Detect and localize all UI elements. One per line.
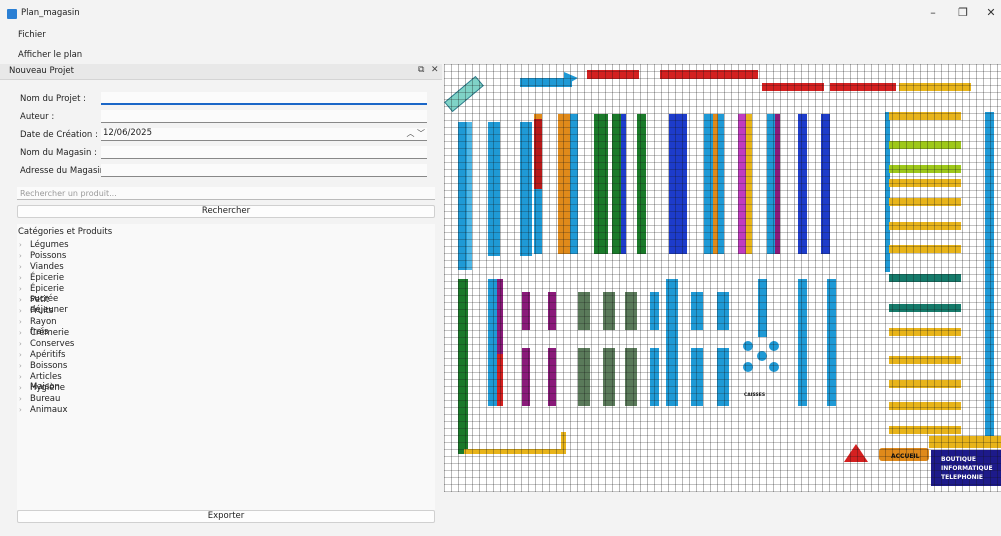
- shop-label-line2: INFORMATIQUE: [941, 465, 993, 472]
- chevron-right-icon: ›: [19, 340, 22, 348]
- title-bar: Plan_magasin – ❐ ✕: [0, 0, 1001, 26]
- float-icon[interactable]: ⧉: [418, 65, 424, 75]
- chevron-right-icon: ›: [19, 395, 22, 403]
- tree-item-label: Boissons: [30, 361, 68, 371]
- chevron-right-icon: ›: [19, 263, 22, 271]
- shop-label-line1: BOUTIQUE: [941, 456, 976, 463]
- tree-item-label: Viandes: [30, 262, 64, 272]
- store-address-label: Adresse du Magasin :: [20, 166, 111, 176]
- chevron-right-icon: ›: [19, 351, 22, 359]
- search-button[interactable]: Rechercher: [17, 205, 435, 218]
- chevron-right-icon: ›: [19, 252, 22, 260]
- chevron-right-icon: ›: [19, 318, 22, 326]
- tree-item-label: Bureau: [30, 394, 61, 404]
- chevron-right-icon: ›: [19, 296, 22, 304]
- project-name-label: Nom du Projet :: [20, 94, 86, 104]
- tree-item-label: Fruits: [30, 306, 54, 316]
- store-plan-canvas[interactable]: ACCUEIL CAISSES BOUTIQUE INFORMATIQUE TE…: [444, 64, 1001, 492]
- chevron-right-icon: ›: [19, 307, 22, 315]
- shop-label-line3: TELEPHONIE: [941, 474, 983, 481]
- tree-item-label: Crèmerie: [30, 328, 70, 338]
- chevron-right-icon: ›: [19, 285, 22, 293]
- tree-item-label: Hygiène: [30, 383, 66, 393]
- date-value: 12/06/2025: [103, 128, 152, 138]
- date-label: Date de Création :: [20, 130, 98, 140]
- store-address-field[interactable]: [101, 164, 427, 177]
- tree-item-label: Épicerie: [30, 273, 65, 283]
- tree-empty-area: [17, 432, 435, 510]
- chevron-right-icon: ›: [19, 362, 22, 370]
- date-spin-icon[interactable]: ︿ ﹀: [406, 128, 425, 139]
- chevron-right-icon: ›: [19, 329, 22, 337]
- search-input[interactable]: [17, 187, 435, 200]
- menu-file[interactable]: Fichier: [18, 30, 46, 40]
- author-field[interactable]: [101, 110, 427, 123]
- window-close-icon[interactable]: ✕: [983, 6, 999, 19]
- minimize-icon[interactable]: –: [925, 6, 941, 19]
- app-icon: [7, 9, 17, 19]
- category-tree: Catégories et Produits › Légumes › Poisson…: [17, 224, 435, 432]
- tree-item-label: Conserves: [30, 339, 75, 349]
- store-name-label: Nom du Magasin :: [20, 148, 97, 158]
- chevron-right-icon: ›: [19, 241, 22, 249]
- menu-bar: Fichier: [0, 26, 1001, 46]
- author-label: Auteur :: [20, 112, 55, 122]
- tree-item-label: Poissons: [30, 251, 67, 261]
- tree-item-label: Animaux: [30, 405, 68, 415]
- date-field[interactable]: 12/06/2025 ︿ ﹀: [101, 128, 427, 141]
- tree-item-label: Légumes: [30, 240, 69, 250]
- toolbar: Afficher le plan: [0, 47, 1001, 63]
- window-title: Plan_magasin: [21, 8, 80, 18]
- chevron-right-icon: ›: [19, 406, 22, 414]
- chevron-right-icon: ›: [19, 384, 22, 392]
- project-panel: Nouveau Projet ⧉ ✕ Nom du Projet : Auteu…: [0, 64, 442, 536]
- maximize-icon[interactable]: ❐: [955, 6, 971, 19]
- close-icon[interactable]: ✕: [431, 65, 439, 75]
- show-plan-button[interactable]: Afficher le plan: [18, 50, 82, 60]
- project-name-field[interactable]: [101, 92, 427, 105]
- export-button[interactable]: Exporter: [17, 510, 435, 523]
- panel-title: Nouveau Projet: [9, 66, 74, 76]
- tree-header: Catégories et Produits: [18, 227, 113, 237]
- chevron-right-icon: ›: [19, 373, 22, 381]
- checkout-label: CAISSES: [744, 392, 765, 398]
- panel-header: Nouveau Projet ⧉ ✕: [0, 64, 442, 80]
- chevron-right-icon: ›: [19, 274, 22, 282]
- reception-label: ACCUEIL: [891, 453, 920, 460]
- store-name-field[interactable]: [101, 146, 427, 159]
- tree-item-label: Apéritifs: [30, 350, 66, 360]
- store-plan-view[interactable]: ACCUEIL CAISSES BOUTIQUE INFORMATIQUE TE…: [444, 64, 1001, 492]
